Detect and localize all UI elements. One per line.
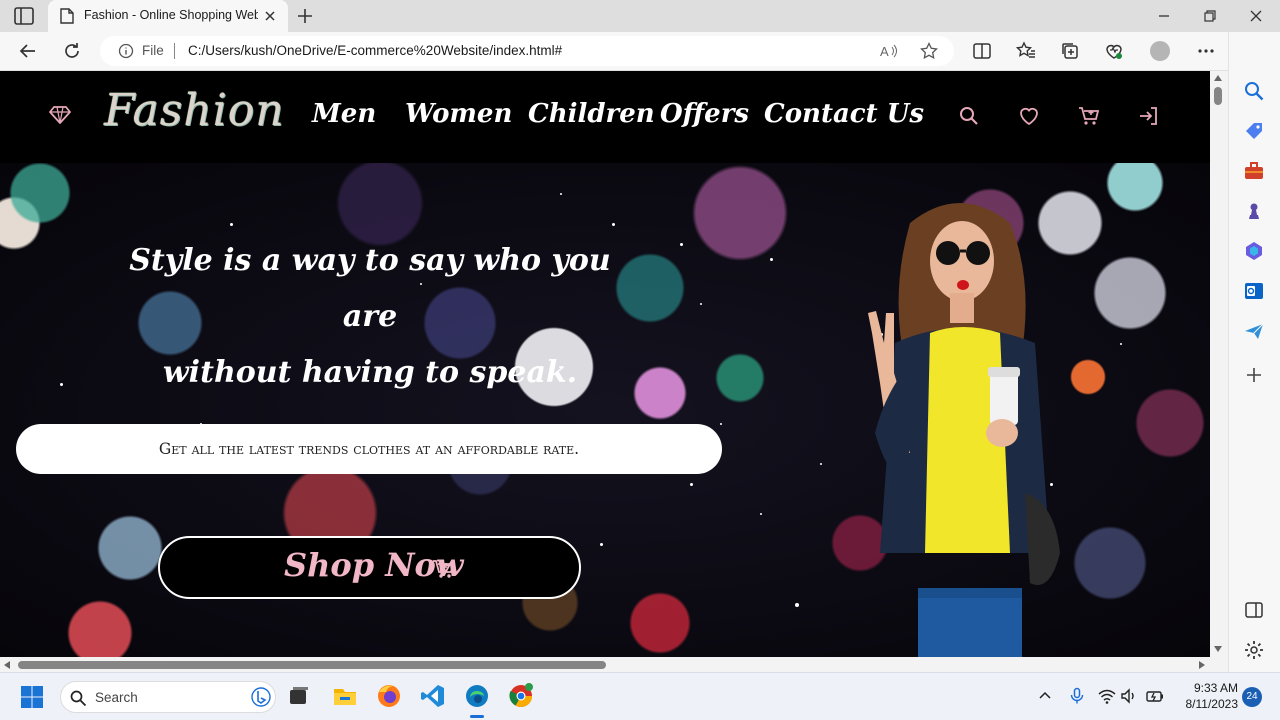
microphone-icon[interactable]	[1068, 687, 1086, 705]
vertical-scrollbar[interactable]	[1210, 71, 1228, 657]
nav-link-men[interactable]: Men	[312, 99, 376, 129]
url-text[interactable]: C:/Users/kush/OneDrive/E-commerce%20Webs…	[188, 43, 562, 58]
favorite-star-icon[interactable]	[920, 42, 938, 60]
chrome-icon[interactable]	[508, 683, 534, 709]
split-screen-icon[interactable]	[972, 41, 992, 61]
shop-now-button[interactable]: Shop Now	[158, 536, 581, 599]
site-header: Fashion Men Women Children Offers Contac…	[0, 71, 1210, 163]
refresh-icon[interactable]	[62, 41, 82, 61]
browser-essentials-icon[interactable]	[1104, 41, 1124, 61]
hide-sidebar-icon[interactable]	[1243, 599, 1265, 621]
svg-text:A: A	[880, 44, 889, 59]
shopping-tag-icon[interactable]	[1243, 120, 1265, 142]
hero-tagline: Style is a way to say who you are withou…	[120, 233, 620, 401]
windows-start-icon[interactable]	[20, 685, 44, 709]
heart-icon[interactable]	[1018, 105, 1040, 127]
firefox-icon[interactable]	[376, 683, 402, 709]
scroll-down-icon[interactable]	[1213, 645, 1223, 653]
volume-icon[interactable]	[1120, 687, 1138, 705]
address-separator	[174, 43, 175, 59]
system-clock[interactable]: 9:33 AM 8/11/2023	[1180, 680, 1239, 712]
page-viewport: Fashion Men Women Children Offers Contac…	[0, 71, 1210, 657]
more-options-icon[interactable]	[1196, 41, 1216, 61]
site-logo[interactable]: Fashion	[104, 85, 285, 136]
tools-icon[interactable]	[1243, 160, 1265, 182]
cart-icon[interactable]	[1078, 105, 1100, 127]
chevron-up-icon[interactable]	[1036, 687, 1054, 705]
horizontal-scrollbar[interactable]	[0, 657, 1210, 672]
tab-actions-icon[interactable]	[14, 7, 34, 25]
hero-subtitle: Get all the latest trends clothes at an …	[16, 424, 722, 474]
vertical-scroll-thumb[interactable]	[1214, 87, 1222, 105]
new-tab-icon[interactable]	[296, 7, 314, 25]
scroll-left-icon[interactable]	[3, 660, 11, 670]
games-icon[interactable]	[1243, 200, 1265, 222]
clock-date: 8/11/2023	[1185, 697, 1239, 711]
bing-icon	[251, 687, 271, 707]
close-window-icon[interactable]	[1246, 6, 1266, 26]
browser-tab-bar: Fashion - Online Shopping Website	[0, 0, 1280, 32]
vscode-icon[interactable]	[420, 683, 446, 709]
diamond-icon[interactable]	[49, 105, 71, 125]
scheme-label: File	[142, 43, 164, 58]
settings-gear-icon[interactable]	[1243, 639, 1265, 661]
info-icon[interactable]	[118, 43, 134, 59]
nav-link-children[interactable]: Children	[528, 99, 655, 129]
nav-link-women[interactable]: Women	[405, 99, 512, 129]
minimize-icon[interactable]	[1154, 6, 1174, 26]
notification-badge[interactable]: 24	[1242, 687, 1262, 707]
edge-sidebar	[1228, 32, 1280, 672]
wifi-icon[interactable]	[1098, 687, 1116, 705]
browser-toolbar: File C:/Users/kush/OneDrive/E-commerce%2…	[0, 32, 1280, 71]
search-icon[interactable]	[958, 105, 980, 127]
file-explorer-icon[interactable]	[332, 683, 358, 709]
favorites-icon[interactable]	[1016, 41, 1036, 61]
restore-icon[interactable]	[1200, 6, 1220, 26]
collections-icon[interactable]	[1060, 41, 1080, 61]
tagline-line-1: Style is a way to say who you are	[129, 243, 611, 334]
scroll-right-icon[interactable]	[1198, 660, 1206, 670]
active-app-indicator	[470, 715, 484, 718]
cart-icon	[433, 560, 455, 578]
login-icon[interactable]	[1138, 105, 1160, 127]
microsoft-365-icon[interactable]	[1243, 240, 1265, 262]
profile-avatar[interactable]	[1150, 41, 1170, 61]
scroll-up-icon[interactable]	[1213, 74, 1223, 82]
taskbar-search-placeholder: Search	[95, 690, 138, 705]
tagline-line-2: without having to speak.	[162, 355, 578, 390]
windows-taskbar: Search 9:33 AM 8/11/2023 24	[0, 672, 1280, 720]
horizontal-scroll-thumb[interactable]	[18, 661, 606, 669]
model-photo	[868, 203, 1060, 657]
page-icon	[60, 8, 74, 24]
outlook-icon[interactable]	[1243, 280, 1265, 302]
edge-icon[interactable]	[464, 683, 490, 709]
browser-tab-active[interactable]: Fashion - Online Shopping Website	[48, 0, 288, 32]
address-bar[interactable]: File C:/Users/kush/OneDrive/E-commerce%2…	[100, 36, 954, 66]
send-icon[interactable]	[1243, 320, 1265, 342]
search-icon[interactable]	[1243, 80, 1265, 102]
add-sidebar-app-icon[interactable]	[1243, 364, 1265, 386]
battery-icon[interactable]	[1146, 687, 1164, 705]
clock-time: 9:33 AM	[1193, 681, 1238, 695]
back-icon[interactable]	[18, 41, 38, 61]
search-icon	[70, 690, 87, 707]
task-view-icon[interactable]	[286, 683, 312, 709]
tab-title: Fashion - Online Shopping Website	[84, 8, 258, 22]
nav-link-offers[interactable]: Offers	[660, 99, 749, 129]
hero-banner: Style is a way to say who you are withou…	[0, 163, 1210, 657]
nav-link-contact-us[interactable]: Contact Us	[764, 99, 924, 129]
read-aloud-icon[interactable]: A	[880, 43, 898, 59]
close-tab-icon[interactable]	[262, 8, 278, 24]
taskbar-search[interactable]: Search	[60, 681, 276, 713]
